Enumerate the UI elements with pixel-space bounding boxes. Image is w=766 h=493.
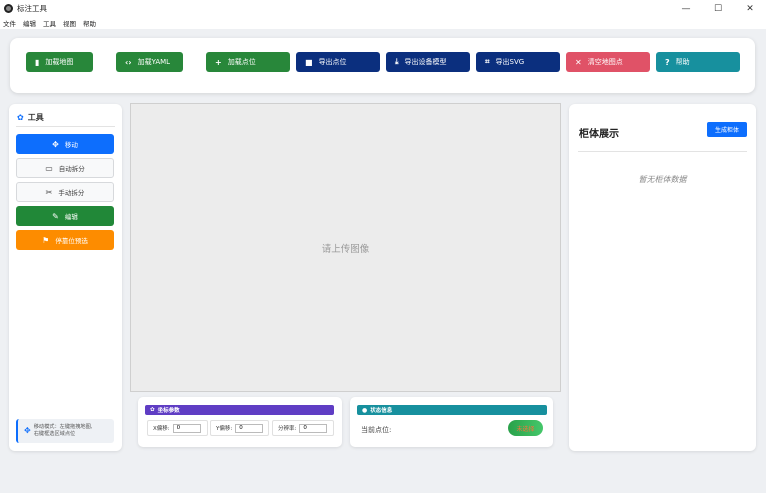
- clear-map-points-button[interactable]: ✕ 清空地图点: [566, 52, 650, 72]
- status-info-card: ● 状态信息 当前点位: 未选择: [350, 397, 553, 447]
- dock-preselect-label: 停靠位预选: [55, 237, 88, 245]
- resolution-label: 分辨率:: [278, 426, 297, 432]
- code-icon: ‹›: [125, 57, 132, 67]
- mode-hint-line-1: 移动模式：左键拖拽地图,: [33, 423, 93, 430]
- info-icon: ●: [362, 406, 368, 414]
- menu-edit[interactable]: 编辑: [23, 18, 36, 28]
- tools-divider: [16, 126, 115, 127]
- map-icon: ▮: [35, 57, 40, 67]
- x-offset-group: X偏移:: [147, 420, 208, 436]
- help-label: 帮助: [675, 58, 690, 66]
- y-offset-group: Y偏移:: [210, 420, 269, 436]
- save-icon: ■: [305, 57, 313, 67]
- coord-params-card: ✿ 坐标参数 X偏移: Y偏移: 分辨率:: [138, 397, 342, 447]
- x-icon: ✕: [575, 57, 582, 67]
- minimize-button[interactable]: —: [670, 0, 702, 17]
- canvas-placeholder: 请上传图像: [321, 243, 370, 255]
- maximize-button[interactable]: ☐: [702, 0, 734, 17]
- menu-file[interactable]: 文件: [3, 18, 16, 28]
- tools-panel: ✿ 工具 ✥ 移动 ▭ 自动拆分 ✂ 手动拆分 ✎ 编辑 ⚑ 停靠位预选 ✥ 移…: [9, 104, 122, 451]
- title-bar: 标注工具 — ☐ ✕: [0, 0, 766, 17]
- download-icon: ⤓: [395, 57, 399, 66]
- x-offset-input[interactable]: [172, 423, 201, 433]
- coord-params-header: ✿ 坐标参数: [145, 405, 334, 415]
- export-device-model-button[interactable]: ⤓ 导出设备模型: [386, 52, 470, 72]
- status-badge: 未选择: [508, 420, 543, 436]
- coord-params-title: 坐标参数: [157, 408, 180, 414]
- manual-split-button[interactable]: ✂ 手动拆分: [16, 182, 114, 202]
- move-icon: ✥: [52, 139, 59, 149]
- resolution-group: 分辨率:: [272, 420, 334, 436]
- export-svg-button[interactable]: ⌗ 导出SVG: [476, 52, 560, 72]
- auto-split-label: 自动拆分: [58, 165, 85, 173]
- export-svg-label: 导出SVG: [495, 58, 525, 66]
- tools-panel-title: ✿ 工具: [17, 112, 44, 123]
- generate-cabinet-button[interactable]: 生成柜体: [707, 122, 747, 137]
- status-info-title: 状态信息: [370, 408, 393, 414]
- edit-tool-label: 编辑: [64, 213, 78, 221]
- mode-hint-text: 移动模式：左键拖拽地图, 右键框选区域点位: [34, 424, 93, 438]
- tools-title-text: 工具: [27, 113, 44, 122]
- window-controls: — ☐ ✕: [670, 0, 766, 17]
- y-offset-input[interactable]: [235, 423, 264, 433]
- window-title: 标注工具: [17, 4, 47, 13]
- x-offset-label: X偏移:: [153, 426, 170, 432]
- mode-hint: ✥ 移动模式：左键拖拽地图, 右键框选区域点位: [16, 419, 114, 443]
- menu-view[interactable]: 视图: [63, 18, 76, 28]
- load-points-button[interactable]: + 加载点位: [206, 52, 290, 72]
- help-button[interactable]: ? 帮助: [656, 52, 740, 72]
- manual-split-label: 手动拆分: [58, 189, 85, 197]
- dock-preselect-button[interactable]: ⚑ 停靠位预选: [16, 230, 114, 250]
- app-logo-icon: [4, 4, 13, 13]
- mode-hint-line-2: 右键框选区域点位: [33, 431, 76, 437]
- toolbar: ▮ 加载地图 ‹› 加载YAML + 加载点位 ■ 导出点位 ⤓ 导出设备模型 …: [10, 38, 755, 93]
- export-points-button[interactable]: ■ 导出点位: [296, 52, 380, 72]
- ruler-icon: ▭: [45, 163, 53, 173]
- cabinet-divider: [578, 151, 747, 152]
- map-canvas[interactable]: 请上传图像: [130, 103, 561, 392]
- current-point-label: 当前点位:: [361, 426, 392, 434]
- export-points-label: 导出点位: [318, 58, 347, 66]
- status-info-header: ● 状态信息: [357, 405, 547, 415]
- move-tool-button[interactable]: ✥ 移动: [16, 134, 114, 154]
- crop-icon: ⌗: [485, 57, 490, 66]
- help-icon: ?: [665, 57, 670, 67]
- menu-help[interactable]: 帮助: [83, 18, 96, 28]
- load-map-button[interactable]: ▮ 加载地图: [26, 52, 93, 72]
- menu-tools[interactable]: 工具: [43, 18, 56, 28]
- menu-bar: 文件 编辑 工具 视图 帮助: [0, 17, 766, 29]
- load-points-label: 加载点位: [227, 58, 256, 66]
- gear-icon: ✿: [17, 113, 24, 122]
- edit-tool-button[interactable]: ✎ 编辑: [16, 206, 114, 226]
- clear-map-points-label: 清空地图点: [587, 58, 623, 66]
- dock-icon: ⚑: [42, 235, 50, 245]
- move-hint-icon: ✥: [24, 425, 31, 435]
- gear-small-icon: ✿: [150, 407, 155, 413]
- close-button[interactable]: ✕: [734, 0, 766, 17]
- cabinet-panel: 柜体展示 生成柜体 暂无柜体数据: [569, 104, 756, 451]
- load-yaml-button[interactable]: ‹› 加载YAML: [116, 52, 183, 72]
- resolution-input[interactable]: [299, 423, 328, 433]
- scissors-icon: ✂: [45, 187, 53, 197]
- move-tool-label: 移动: [64, 141, 78, 149]
- plus-icon: +: [215, 57, 222, 67]
- auto-split-button[interactable]: ▭ 自动拆分: [16, 158, 114, 178]
- load-map-label: 加载地图: [45, 58, 74, 66]
- cabinet-panel-title: 柜体展示: [579, 129, 619, 140]
- export-device-model-label: 导出设备模型: [404, 58, 447, 66]
- cabinet-empty-text: 暂无柜体数据: [638, 175, 687, 184]
- y-offset-label: Y偏移:: [216, 426, 233, 432]
- pencil-icon: ✎: [52, 211, 59, 221]
- load-yaml-label: 加载YAML: [137, 58, 171, 66]
